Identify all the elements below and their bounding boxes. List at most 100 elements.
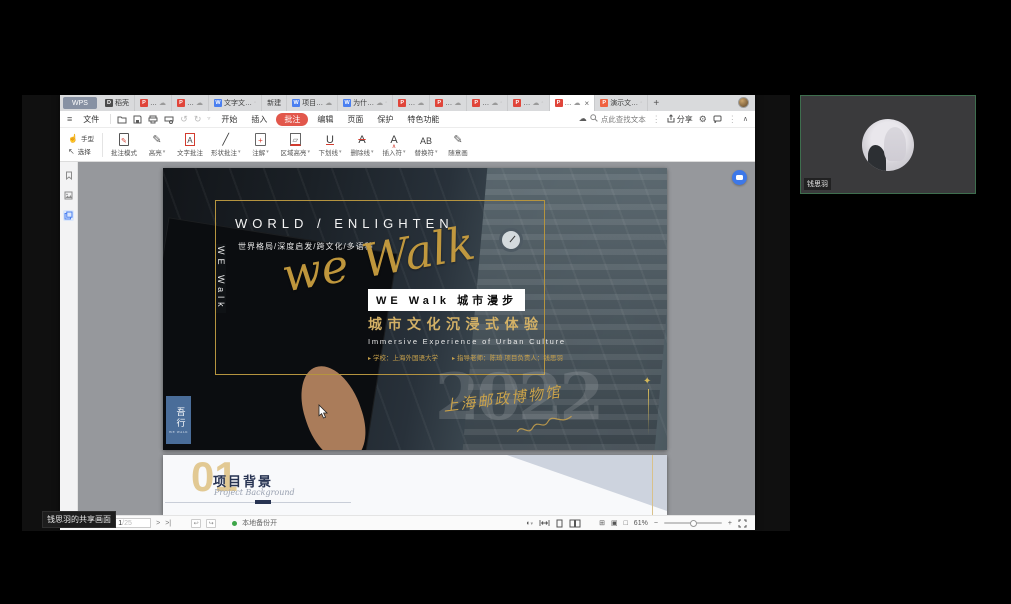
pdf-page-2[interactable]: 01 项目背景 Project Background bbox=[163, 455, 667, 515]
menu-item-4[interactable]: 页面 bbox=[342, 113, 368, 126]
bookmark-panel-icon[interactable] bbox=[63, 170, 74, 181]
zoom-out-button[interactable]: − bbox=[654, 520, 658, 527]
vertical-label: WE Walk bbox=[216, 244, 226, 313]
menu-item-0[interactable]: 开始 bbox=[216, 113, 242, 126]
menu-item-1[interactable]: 插入 bbox=[246, 113, 272, 126]
hamburger-icon[interactable]: ≡ bbox=[67, 115, 72, 124]
backup-status-text[interactable]: 本地备份开 bbox=[242, 518, 277, 528]
menu-item-6[interactable]: 特色功能 bbox=[402, 113, 444, 126]
wps-home-button[interactable]: WPS bbox=[63, 97, 97, 109]
pdf-page-1[interactable]: WE Walk WORLD / ENLIGHTEN 世界格局/深度启发/跨文化/… bbox=[163, 168, 667, 450]
actual-size-icon[interactable]: ▣ bbox=[611, 519, 618, 527]
zoom-slider-knob[interactable] bbox=[690, 520, 697, 527]
single-page-icon[interactable] bbox=[556, 519, 563, 528]
crop-view-icon[interactable]: □ bbox=[624, 520, 628, 527]
search-icon bbox=[590, 114, 598, 124]
toolbar-shape-annotate-button[interactable]: ╱形状批注▾ bbox=[207, 131, 245, 159]
section-dash bbox=[255, 500, 271, 504]
undo-icon[interactable]: ↺ bbox=[180, 115, 188, 124]
document-tab-1[interactable]: D稻壳 bbox=[100, 95, 135, 111]
chevron-down-icon: ▾ bbox=[339, 149, 342, 155]
section-subtitle: Project Background bbox=[214, 488, 295, 497]
thumbnails-panel-icon[interactable] bbox=[63, 210, 74, 221]
menu-item-5[interactable]: 保护 bbox=[372, 113, 398, 126]
toolbar-underline-button[interactable]: U下划线▾ bbox=[314, 131, 346, 159]
toolbar-freedraw-button[interactable]: ✎随意画 bbox=[442, 131, 474, 159]
zoom-slider[interactable] bbox=[664, 522, 722, 524]
tab-label: 为什… bbox=[353, 98, 374, 108]
more-dots-icon[interactable]: ⋮ bbox=[652, 115, 661, 124]
toolbar-button-label: 区域高亮 bbox=[280, 147, 306, 157]
last-page-button[interactable]: >| bbox=[165, 520, 171, 527]
redo-icon[interactable]: ↻ bbox=[194, 115, 202, 124]
menu-item-3[interactable]: 编辑 bbox=[312, 113, 338, 126]
pdf-file-icon: P bbox=[177, 99, 185, 107]
search-box[interactable]: ☁ 点此查找文本 bbox=[579, 114, 646, 125]
open-folder-icon[interactable] bbox=[117, 115, 127, 124]
menu-item-2[interactable]: 批注 bbox=[276, 113, 308, 126]
chevron-down-icon: ▾ bbox=[307, 149, 310, 155]
document-tab-3[interactable]: P…☁ bbox=[172, 95, 209, 111]
close-tab-icon[interactable]: × bbox=[583, 99, 590, 108]
customize-toolbar-icon[interactable]: ▿ bbox=[207, 116, 210, 122]
doc-file-icon: W bbox=[214, 99, 222, 107]
prev-view-button[interactable]: ↩ bbox=[191, 519, 201, 528]
assistant-icon bbox=[736, 175, 743, 180]
toolbar-area-highlight-button[interactable]: ▱区域高亮▾ bbox=[276, 131, 314, 159]
zoom-in-button[interactable]: + bbox=[728, 520, 732, 527]
toolbar-note-button[interactable]: +注解▾ bbox=[244, 131, 276, 159]
toolbar-strikethrough-button[interactable]: A删除线▾ bbox=[346, 131, 378, 159]
document-tab-4[interactable]: W文字文…◦ bbox=[209, 95, 262, 111]
document-tab-13[interactable]: P演示文…◦ bbox=[595, 95, 648, 111]
save-icon[interactable] bbox=[133, 115, 142, 124]
caret-icon: A∧ bbox=[390, 133, 397, 146]
toolbar-replace-button[interactable]: AB替换符▾ bbox=[410, 131, 442, 159]
toolbar-button-label: 下划线 bbox=[318, 147, 338, 157]
collapse-ribbon-icon[interactable]: ∧ bbox=[743, 116, 748, 123]
document-tab-9[interactable]: P…☁ bbox=[430, 95, 467, 111]
toolbar-caret-button[interactable]: A∧插入符▾ bbox=[378, 131, 410, 159]
document-tab-11[interactable]: P…☁◦ bbox=[508, 95, 549, 111]
toolbar-text-annotate-button[interactable]: A文字批注 bbox=[173, 131, 207, 159]
select-tool[interactable]: ↖ 选择 bbox=[68, 146, 94, 156]
participant-name: 钱思羽 bbox=[804, 178, 831, 190]
modified-dot-icon: ◦ bbox=[640, 100, 642, 106]
toolbar-annotate-mode-button[interactable]: ✎批注模式 bbox=[107, 131, 141, 159]
annotate-mode-icon: ✎ bbox=[119, 133, 130, 146]
eye-protect-icon[interactable]: ◐▾ bbox=[526, 520, 533, 527]
next-page-button[interactable]: > bbox=[156, 520, 160, 527]
document-tab-6[interactable]: W项目…☁ bbox=[287, 95, 338, 111]
fit-page-icon[interactable]: ⊞ bbox=[599, 519, 605, 527]
webcam-panel[interactable]: 钱思羽 bbox=[800, 95, 976, 194]
account-avatar[interactable] bbox=[738, 97, 749, 108]
image-panel-icon[interactable] bbox=[63, 190, 74, 201]
zoom-level[interactable]: 61% bbox=[634, 520, 648, 527]
assistant-float-button[interactable] bbox=[732, 170, 747, 185]
document-tab-2[interactable]: P…☁ bbox=[135, 95, 172, 111]
modified-dot-icon: ◦ bbox=[541, 100, 543, 106]
share-icon bbox=[667, 114, 675, 125]
tab-label: … bbox=[482, 100, 489, 107]
comment-icon[interactable] bbox=[713, 115, 722, 123]
print-preview-icon[interactable] bbox=[164, 115, 174, 124]
fit-width-icon[interactable] bbox=[539, 519, 550, 527]
document-tab-10[interactable]: P…☁◦ bbox=[467, 95, 508, 111]
more-dots-icon[interactable]: ⋮ bbox=[728, 115, 737, 124]
share-button[interactable]: 分享 bbox=[667, 114, 693, 125]
toolbar-highlight-button[interactable]: ✎高亮▾ bbox=[141, 131, 173, 159]
double-page-icon[interactable] bbox=[569, 519, 581, 528]
next-view-button[interactable]: ↪ bbox=[206, 519, 216, 528]
new-tab-button[interactable]: + bbox=[648, 95, 664, 111]
fullscreen-icon[interactable] bbox=[738, 519, 747, 528]
document-tab-5[interactable]: 新建 bbox=[262, 95, 287, 111]
toolbar-button-label: 删除线 bbox=[350, 147, 370, 157]
menu-file[interactable]: 文件 bbox=[78, 113, 104, 126]
document-tab-8[interactable]: P…☁ bbox=[393, 95, 430, 111]
hand-tool[interactable]: ☝ 手型 bbox=[68, 133, 94, 143]
document-tab-7[interactable]: W为什…☁◦ bbox=[338, 95, 393, 111]
settings-gear-icon[interactable]: ⚙ bbox=[699, 115, 707, 124]
pdf-canvas[interactable]: WE Walk WORLD / ENLIGHTEN 世界格局/深度启发/跨文化/… bbox=[78, 162, 755, 515]
screen-share-area: WPSD稻壳P…☁P…☁W文字文…◦新建W项目…☁W为什…☁◦P…☁P…☁P…☁… bbox=[22, 95, 790, 531]
print-icon[interactable] bbox=[148, 115, 158, 124]
document-tab-12[interactable]: P…☁× bbox=[550, 95, 596, 111]
